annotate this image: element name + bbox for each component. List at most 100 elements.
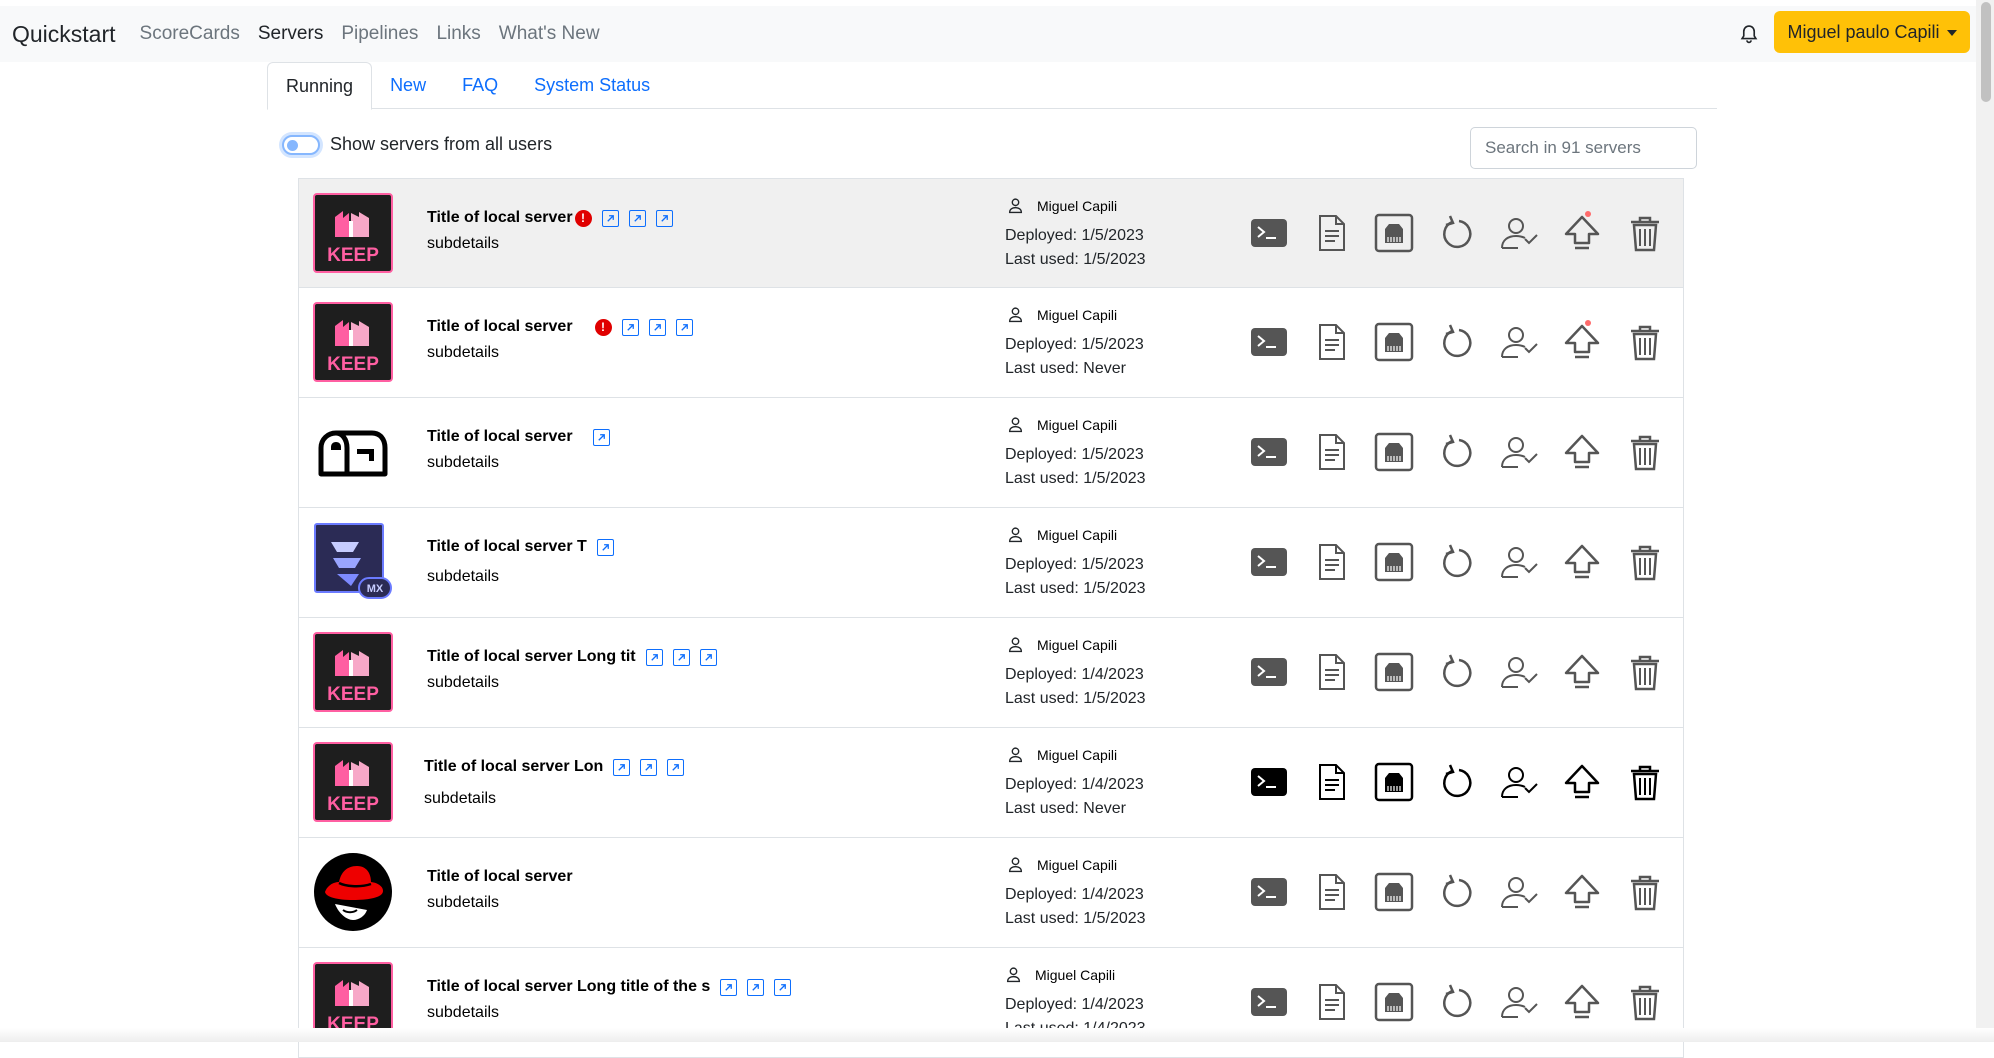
show-all-users-label[interactable]: Show servers from all users [330, 134, 552, 155]
external-link-icon[interactable] [747, 978, 765, 996]
server-search-input[interactable] [1470, 127, 1697, 169]
upload-button[interactable] [1562, 762, 1602, 802]
share-user-button[interactable] [1499, 872, 1539, 912]
server-title[interactable]: Title of local server Lon [424, 758, 603, 776]
upload-button[interactable] [1562, 652, 1602, 692]
nav-link-scorecards[interactable]: ScoreCards [140, 23, 240, 45]
external-link-icon[interactable] [621, 318, 639, 336]
external-link-icon[interactable] [592, 428, 610, 446]
terminal-button[interactable] [1249, 872, 1289, 912]
upload-button[interactable] [1562, 322, 1602, 362]
upload-button[interactable] [1562, 432, 1602, 472]
terminal-button[interactable] [1249, 322, 1289, 362]
server-title[interactable]: Title of local server [427, 868, 573, 886]
scrollbar-thumb[interactable] [1981, 2, 1991, 102]
tab-running[interactable]: Running [267, 62, 373, 110]
external-link-icon[interactable] [645, 648, 663, 666]
user-menu-button[interactable]: Miguel paulo Capili [1774, 11, 1970, 53]
share-user-button[interactable] [1499, 652, 1539, 692]
external-link-icon[interactable] [672, 648, 690, 666]
restart-button[interactable] [1437, 872, 1477, 912]
upload-button[interactable] [1562, 872, 1602, 912]
trash-button[interactable] [1625, 982, 1665, 1022]
upload-button[interactable] [1562, 213, 1602, 253]
terminal-button[interactable] [1249, 652, 1289, 692]
external-link-icon[interactable] [596, 538, 614, 556]
external-link-icon[interactable] [675, 318, 693, 336]
upload-button[interactable] [1562, 982, 1602, 1022]
trash-button[interactable] [1625, 762, 1665, 802]
document-button[interactable] [1311, 322, 1351, 362]
nav-link-links[interactable]: Links [436, 23, 480, 45]
tab-faq[interactable]: FAQ [444, 62, 516, 109]
terminal-button[interactable] [1249, 982, 1289, 1022]
document-button[interactable] [1311, 542, 1351, 582]
show-all-users-toggle[interactable] [282, 134, 320, 155]
restart-button[interactable] [1437, 762, 1477, 802]
disk-button[interactable] [1374, 762, 1414, 802]
terminal-button[interactable] [1249, 432, 1289, 472]
restart-button[interactable] [1437, 982, 1477, 1022]
disk-button[interactable] [1374, 322, 1414, 362]
server-title[interactable]: Title of local server Long title of the … [427, 978, 710, 996]
trash-button[interactable] [1625, 432, 1665, 472]
external-link-icon[interactable] [628, 209, 646, 227]
document-button[interactable] [1311, 872, 1351, 912]
document-button[interactable] [1311, 213, 1351, 253]
restart-button[interactable] [1437, 542, 1477, 582]
upload-button[interactable] [1562, 542, 1602, 582]
nav-link-whats-new[interactable]: What's New [499, 23, 600, 45]
document-button[interactable] [1311, 432, 1351, 472]
external-link-icon[interactable] [648, 318, 666, 336]
restart-button[interactable] [1437, 652, 1477, 692]
disk-button[interactable] [1374, 542, 1414, 582]
external-link-icon[interactable] [601, 209, 619, 227]
external-link-icon[interactable] [667, 758, 685, 776]
server-title[interactable]: Title of local server Long tit [427, 648, 636, 666]
external-link-icon[interactable] [655, 209, 673, 227]
bell-icon[interactable] [1738, 22, 1760, 46]
trash-button[interactable] [1625, 652, 1665, 692]
share-user-button[interactable] [1499, 322, 1539, 362]
restart-button[interactable] [1437, 213, 1477, 253]
terminal-button[interactable] [1249, 542, 1289, 582]
server-last-used: Last used: 1/5/2023 [1005, 580, 1146, 597]
share-user-button[interactable] [1499, 762, 1539, 802]
disk-button[interactable] [1374, 872, 1414, 912]
tab-system-status[interactable]: System Status [516, 62, 668, 109]
server-title[interactable]: Title of local server [427, 209, 573, 227]
terminal-button[interactable] [1249, 213, 1289, 253]
disk-button[interactable] [1374, 213, 1414, 253]
external-link-icon[interactable] [640, 758, 658, 776]
trash-button[interactable] [1625, 542, 1665, 582]
share-user-button[interactable] [1499, 432, 1539, 472]
share-user-button[interactable] [1499, 542, 1539, 582]
document-button[interactable] [1311, 652, 1351, 692]
external-link-icon[interactable] [699, 648, 717, 666]
terminal-button[interactable] [1249, 762, 1289, 802]
disk-button[interactable] [1374, 432, 1414, 472]
trash-button[interactable] [1625, 213, 1665, 253]
restart-button[interactable] [1437, 432, 1477, 472]
share-user-button[interactable] [1499, 213, 1539, 253]
external-link-icon[interactable] [774, 978, 792, 996]
disk-button[interactable] [1374, 652, 1414, 692]
server-title[interactable]: Title of local server [427, 428, 573, 446]
document-icon [1319, 874, 1345, 910]
nav-link-servers[interactable]: Servers [258, 23, 323, 45]
share-user-button[interactable] [1499, 982, 1539, 1022]
document-button[interactable] [1311, 982, 1351, 1022]
nav-link-pipelines[interactable]: Pipelines [341, 23, 418, 45]
brand-logo[interactable]: Quickstart [12, 21, 116, 48]
trash-button[interactable] [1625, 872, 1665, 912]
server-title[interactable]: Title of local server T [427, 538, 587, 556]
external-link-icon[interactable] [720, 978, 738, 996]
disk-button[interactable] [1374, 982, 1414, 1022]
tab-new[interactable]: New [372, 62, 444, 109]
trash-button[interactable] [1625, 322, 1665, 362]
external-link-icon[interactable] [613, 758, 631, 776]
page-scrollbar[interactable] [1976, 0, 1994, 1042]
server-title[interactable]: Title of local server [427, 318, 573, 336]
document-button[interactable] [1311, 762, 1351, 802]
restart-button[interactable] [1437, 322, 1477, 362]
